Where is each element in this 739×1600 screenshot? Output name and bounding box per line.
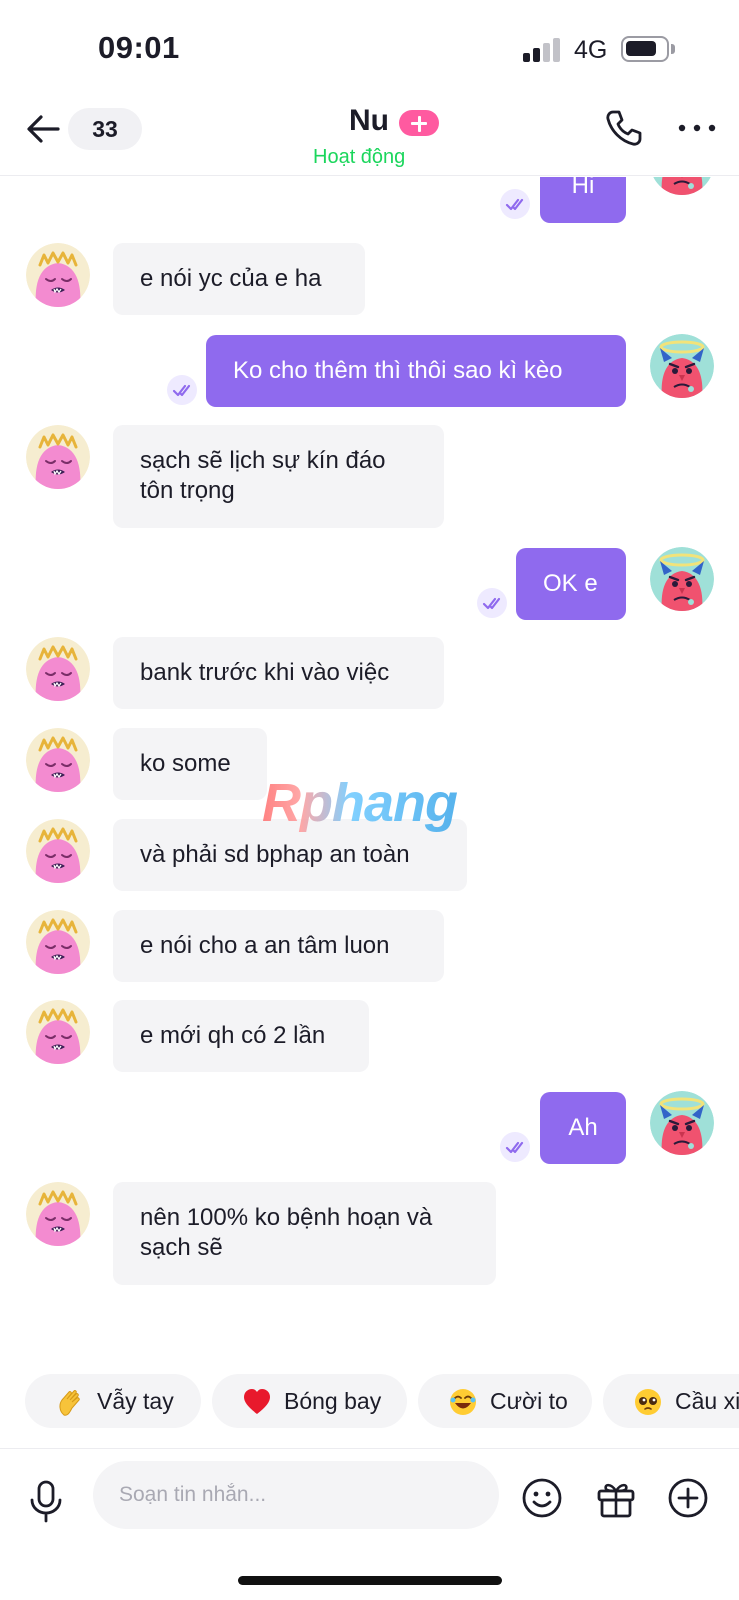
message-incoming: e nói yc của e ha [0, 243, 739, 317]
online-status: Hoạt động [313, 146, 406, 168]
message-incoming: sạch sẽ lịch sự kín đáo tôn trọng [0, 425, 739, 529]
reaction-label: Vẫy tay [97, 1388, 174, 1414]
reaction-chip-heart[interactable]: Bóng bay [212, 1374, 407, 1428]
read-receipt-icon [477, 588, 507, 618]
more-dots-icon [678, 124, 716, 132]
plus-badge-icon [399, 110, 439, 136]
microphone-icon [30, 1480, 62, 1523]
home-indicator[interactable] [238, 1576, 502, 1585]
voice-message-button[interactable] [26, 1479, 66, 1523]
back-button[interactable] [24, 110, 62, 148]
battery-icon [621, 36, 669, 62]
my-avatar[interactable] [650, 177, 714, 195]
contact-name[interactable]: Nu [349, 104, 389, 138]
message-outgoing: Ah [0, 1091, 739, 1165]
gift-button[interactable] [595, 1477, 637, 1519]
reaction-label: Cười to [490, 1388, 568, 1414]
message-incoming: e nói cho a an tâm luon [0, 910, 739, 984]
message-bubble[interactable]: nên 100% ko bệnh hoạn và sạch sẽ [113, 1182, 496, 1285]
pleading-face-icon [635, 1389, 661, 1415]
network-type: 4G [574, 36, 608, 64]
contact-avatar[interactable] [26, 243, 90, 307]
status-bar: 09:01 4G [0, 0, 739, 96]
signal-strength-icon [523, 38, 563, 62]
message-bubble[interactable]: OK e [516, 548, 626, 620]
waving-hand-icon [59, 1390, 80, 1416]
contact-avatar[interactable] [26, 637, 90, 701]
message-bubble[interactable]: Ah [540, 1092, 626, 1164]
message-bubble[interactable]: ko some [113, 728, 267, 800]
message-bubble[interactable]: e mới qh có 2 lần [113, 1000, 369, 1072]
unread-count-badge[interactable]: 33 [68, 108, 142, 150]
reaction-label: Bóng bay [284, 1388, 382, 1414]
my-avatar[interactable] [650, 334, 714, 398]
contact-avatar[interactable] [26, 910, 90, 974]
call-button[interactable] [604, 108, 644, 148]
reaction-chip-plead[interactable]: Cầu xi [603, 1374, 739, 1428]
phone-icon [606, 110, 642, 146]
message-bubble[interactable]: Hi [540, 177, 626, 223]
message-incoming: e mới qh có 2 lần [0, 1000, 739, 1074]
laughing-face-icon [450, 1389, 476, 1415]
status-time: 09:01 [98, 30, 180, 65]
contact-avatar[interactable] [26, 1000, 90, 1064]
quick-reactions-bar[interactable]: Vẫy tay Bóng bay Cười to Cầu xi [0, 1374, 739, 1430]
message-incoming: nên 100% ko bệnh hoạn và sạch sẽ [0, 1182, 739, 1286]
read-receipt-icon [500, 189, 530, 219]
smiley-icon [522, 1478, 562, 1518]
add-attachment-button[interactable] [667, 1477, 709, 1519]
message-bubble[interactable]: e nói yc của e ha [113, 243, 365, 315]
my-avatar[interactable] [650, 547, 714, 611]
arrow-left-icon [27, 115, 60, 143]
message-input[interactable] [93, 1461, 499, 1529]
contact-avatar[interactable] [26, 1182, 90, 1246]
contact-avatar[interactable] [26, 425, 90, 489]
message-composer [0, 1448, 739, 1548]
message-bubble[interactable]: bank trước khi vào việc [113, 637, 444, 709]
gift-icon [597, 1483, 635, 1518]
message-outgoing: Ko cho thêm thì thôi sao kì kèo [0, 334, 739, 408]
more-button[interactable] [677, 114, 717, 142]
reaction-chip-wave[interactable]: Vẫy tay [25, 1374, 201, 1428]
message-outgoing: Hi [0, 177, 739, 227]
battery-tip [671, 44, 675, 54]
message-bubble[interactable]: Ko cho thêm thì thôi sao kì kèo [206, 335, 626, 407]
reaction-label: Cầu xi [675, 1388, 739, 1414]
emoji-button[interactable] [521, 1477, 563, 1519]
my-avatar[interactable] [650, 1091, 714, 1155]
red-heart-icon [244, 1389, 270, 1414]
contact-avatar[interactable] [26, 728, 90, 792]
chat-header: 33 Nu Hoạt động [0, 96, 739, 176]
message-bubble[interactable]: sạch sẽ lịch sự kín đáo tôn trọng [113, 425, 444, 528]
contact-avatar[interactable] [26, 819, 90, 883]
message-incoming: bank trước khi vào việc [0, 637, 739, 711]
reaction-chip-laugh[interactable]: Cười to [418, 1374, 592, 1428]
watermark-logo: Rphang [262, 773, 458, 833]
plus-circle-icon [668, 1478, 708, 1518]
message-outgoing: OK e [0, 547, 739, 621]
message-bubble[interactable]: e nói cho a an tâm luon [113, 910, 444, 982]
read-receipt-icon [500, 1132, 530, 1162]
read-receipt-icon [167, 375, 197, 405]
